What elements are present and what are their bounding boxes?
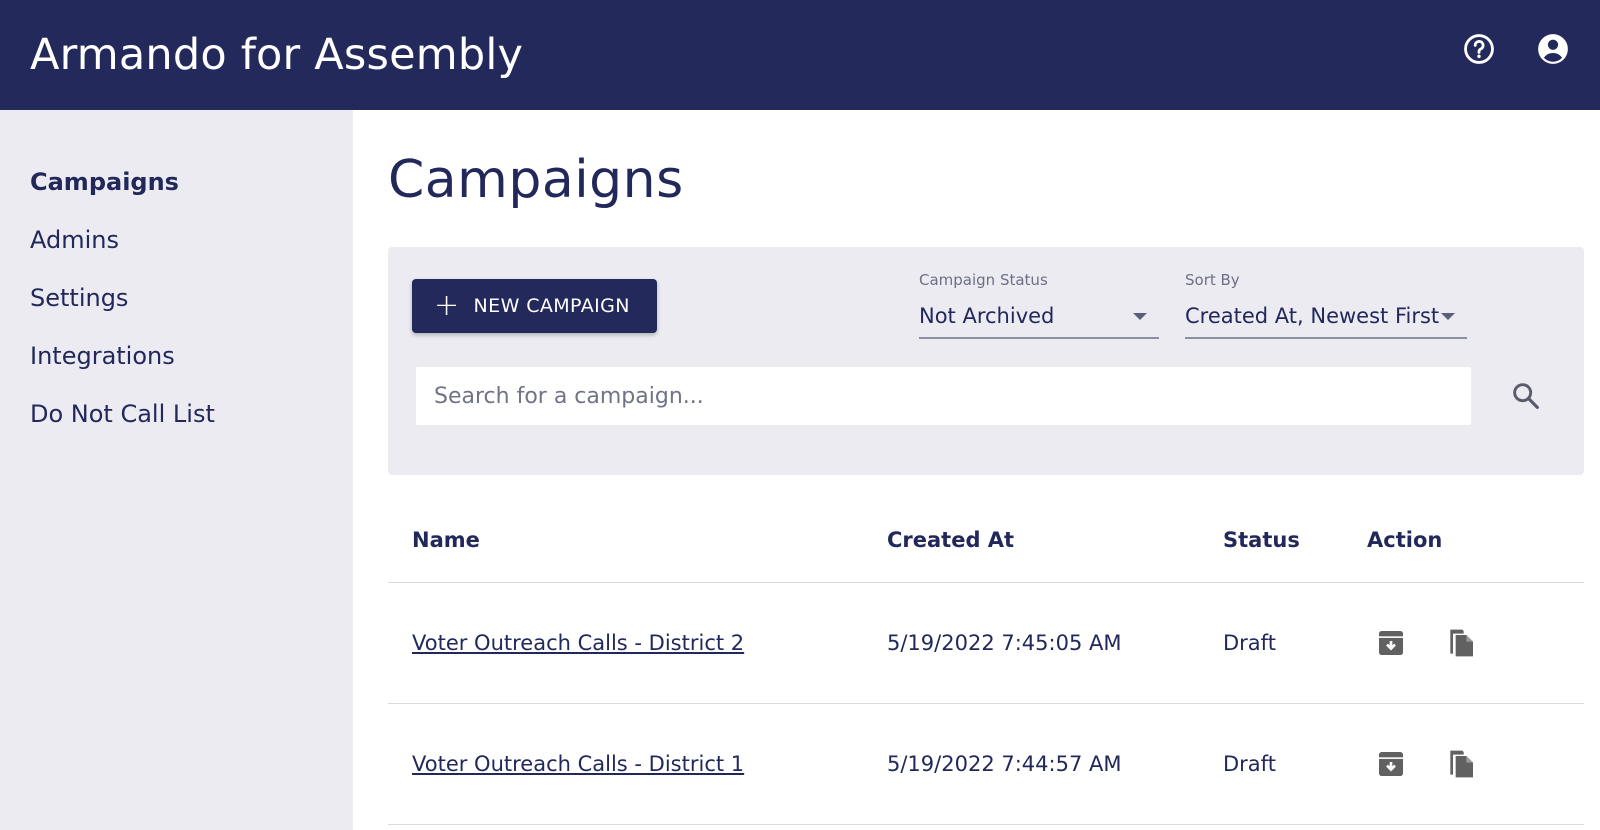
campaign-status-label: Campaign Status: [919, 271, 1048, 289]
campaign-name-link[interactable]: Voter Outreach Calls - District 2: [412, 631, 744, 655]
sort-by-dropdown[interactable]: Created At, Newest First: [1185, 301, 1467, 339]
account-circle-icon[interactable]: [1536, 32, 1570, 66]
filter-panel: + NEW CAMPAIGN Campaign Status Not Archi…: [388, 247, 1584, 475]
header-actions: [1462, 32, 1570, 66]
new-campaign-label: NEW CAMPAIGN: [473, 295, 630, 317]
search-icon[interactable]: [1510, 380, 1542, 412]
status-cell: Draft: [1223, 631, 1276, 655]
campaigns-table: Name Created At Status Action Voter Outr…: [388, 510, 1584, 825]
chevron-down-icon: [1441, 312, 1455, 320]
plus-icon: +: [434, 288, 460, 323]
sidebar-item-do-not-call-list[interactable]: Do Not Call List: [0, 399, 353, 457]
campaign-status-value: Not Archived: [919, 304, 1055, 328]
sidebar-item-integrations[interactable]: Integrations: [0, 341, 353, 399]
sort-by-label: Sort By: [1185, 271, 1240, 289]
row-actions: [1375, 748, 1477, 780]
column-header-status: Status: [1223, 528, 1300, 552]
copy-icon[interactable]: [1445, 627, 1477, 659]
campaign-status-select: Campaign Status Not Archived: [919, 271, 1159, 339]
column-header-action: Action: [1367, 528, 1443, 552]
copy-icon[interactable]: [1445, 748, 1477, 780]
archive-icon[interactable]: [1375, 748, 1407, 780]
campaign-name-link[interactable]: Voter Outreach Calls - District 1: [412, 752, 744, 776]
sort-by-select: Sort By Created At, Newest First: [1185, 271, 1467, 339]
sidebar-item-settings[interactable]: Settings: [0, 283, 353, 341]
created-at-cell: 5/19/2022 7:44:57 AM: [887, 752, 1122, 776]
chevron-down-icon: [1133, 312, 1147, 320]
main-content: Campaigns + NEW CAMPAIGN Campaign Status…: [353, 110, 1600, 830]
sort-by-value: Created At, Newest First: [1185, 304, 1440, 328]
table-row: Voter Outreach Calls - District 1 5/19/2…: [388, 704, 1584, 825]
sidebar: Campaigns Admins Settings Integrations D…: [0, 110, 353, 830]
table-row: Voter Outreach Calls - District 2 5/19/2…: [388, 583, 1584, 704]
row-actions: [1375, 627, 1477, 659]
campaign-status-dropdown[interactable]: Not Archived: [919, 301, 1159, 339]
help-circle-icon[interactable]: [1462, 32, 1496, 66]
app-header: Armando for Assembly: [0, 0, 1600, 110]
status-cell: Draft: [1223, 752, 1276, 776]
column-header-name: Name: [412, 528, 480, 552]
sidebar-item-admins[interactable]: Admins: [0, 225, 353, 283]
archive-icon[interactable]: [1375, 627, 1407, 659]
table-header: Name Created At Status Action: [388, 510, 1584, 583]
app-title: Armando for Assembly: [30, 30, 524, 80]
new-campaign-button[interactable]: + NEW CAMPAIGN: [412, 279, 657, 333]
page-title: Campaigns: [388, 150, 684, 210]
sidebar-item-campaigns[interactable]: Campaigns: [0, 167, 353, 225]
created-at-cell: 5/19/2022 7:45:05 AM: [887, 631, 1122, 655]
search-input[interactable]: [416, 367, 1471, 425]
column-header-created-at: Created At: [887, 528, 1015, 552]
